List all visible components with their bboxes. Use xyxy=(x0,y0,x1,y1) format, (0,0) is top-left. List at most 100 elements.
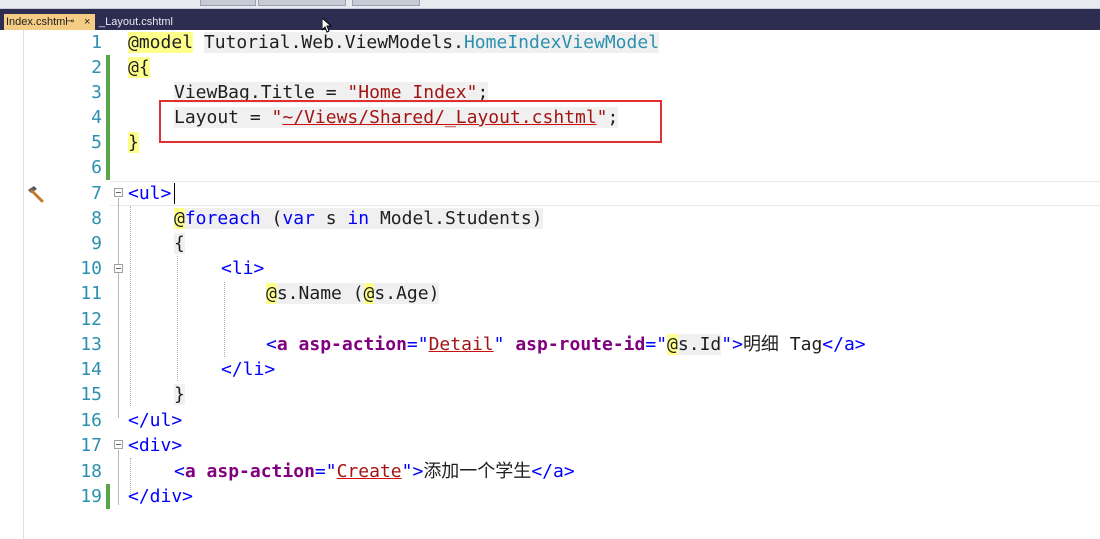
string-quote: " xyxy=(493,334,505,355)
action-link-detail[interactable]: Detail xyxy=(429,334,494,355)
pin-icon[interactable]: ⊸ xyxy=(66,14,74,30)
string-quote: " xyxy=(401,461,413,482)
brace: } xyxy=(128,132,139,153)
code-line-15: 15 } xyxy=(0,382,1100,407)
tag-bracket: < xyxy=(174,461,185,482)
code-text: @{ xyxy=(128,55,150,80)
code-line-13: 13 <a asp-action="Detail" asp-route-id="… xyxy=(0,332,1100,357)
code-text: { xyxy=(174,231,185,256)
razor-at: @ xyxy=(128,57,139,78)
code-text: </ul> xyxy=(128,408,182,433)
code-text: @model Tutorial.Web.ViewModels.HomeIndex… xyxy=(128,30,660,55)
code-token: Model.Students) xyxy=(369,208,543,229)
code-text: <a asp-action="Create">添加一个学生</a> xyxy=(174,459,575,484)
tab-index-cshtml[interactable]: Index.cshtml ⊸ × xyxy=(4,14,95,30)
platform-dropdown[interactable] xyxy=(258,0,346,6)
code-token: = xyxy=(314,461,326,482)
code-token: s.Age) xyxy=(374,283,440,304)
line-number: 17 xyxy=(80,435,102,456)
string-quote: " xyxy=(656,334,668,355)
razor-at: @ xyxy=(128,32,139,53)
code-line-14: 14 </li> xyxy=(0,357,1100,382)
tab-label: Index.cshtml xyxy=(6,16,68,28)
tag-a-close: </a> xyxy=(822,334,866,355)
tag-bracket: > xyxy=(412,461,424,482)
code-line-16: 16 </ul> xyxy=(0,408,1100,433)
tag-helper-attr: asp-action xyxy=(298,334,407,355)
tag-ul-close: </ul> xyxy=(128,410,183,431)
code-token: = xyxy=(406,334,418,355)
code-text: <li> xyxy=(221,256,264,281)
line-number: 6 xyxy=(91,157,102,178)
code-text: <ul> xyxy=(128,181,171,206)
brace: { xyxy=(174,233,185,254)
code-text: } xyxy=(128,130,139,155)
line-number: 9 xyxy=(91,233,102,254)
code-line-10: 10 <li> xyxy=(0,256,1100,281)
razor-at: @ xyxy=(174,208,185,229)
brace: { xyxy=(138,57,150,78)
line-number: 19 xyxy=(80,486,102,507)
code-line-2: 2 @{ xyxy=(0,55,1100,80)
line-number: 3 xyxy=(91,82,102,103)
line-number: 18 xyxy=(80,461,102,482)
code-line-1: 1 @model Tutorial.Web.ViewModels.HomeInd… xyxy=(0,30,1100,55)
keyword: foreach xyxy=(184,208,261,229)
code-line-12: 12 xyxy=(0,307,1100,332)
code-text: @s.Name (@s.Age) xyxy=(266,281,440,306)
tab-label: _Layout.cshtml xyxy=(99,16,173,28)
line-number: 7 xyxy=(91,183,102,204)
string-quote: " xyxy=(417,334,429,355)
line-number: 14 xyxy=(80,359,102,380)
code-editor[interactable]: 1 @model Tutorial.Web.ViewModels.HomeInd… xyxy=(0,30,1100,539)
line-number: 2 xyxy=(91,57,102,78)
config-dropdown[interactable] xyxy=(200,0,256,6)
toolbar xyxy=(0,0,1100,9)
change-marker xyxy=(106,80,110,105)
tag-li-open: <li> xyxy=(221,258,265,279)
tag-name: a xyxy=(184,461,196,482)
line-number: 1 xyxy=(91,32,102,53)
code-token: ( xyxy=(260,208,283,229)
change-marker xyxy=(106,130,110,155)
tab-layout-cshtml[interactable]: _Layout.cshtml xyxy=(97,14,187,30)
document-tab-strip: Index.cshtml ⊸ × _Layout.cshtml xyxy=(0,9,1100,30)
brace: } xyxy=(174,384,185,405)
razor-at: @ xyxy=(363,283,375,304)
code-token: s.Name ( xyxy=(276,283,364,304)
link-text: 明细 Tag xyxy=(742,334,823,355)
code-line-18: 18 <a asp-action="Create">添加一个学生</a> xyxy=(0,459,1100,484)
razor-at: @ xyxy=(266,283,277,304)
tag-bracket: > xyxy=(732,334,743,355)
text-caret xyxy=(174,183,175,204)
code-text: <div> xyxy=(128,433,182,458)
line-number: 11 xyxy=(80,283,102,304)
close-icon[interactable]: × xyxy=(84,14,90,30)
code-line-6: 6 xyxy=(0,155,1100,180)
string-quote: " xyxy=(325,461,337,482)
mouse-cursor-icon xyxy=(322,18,332,33)
code-line-7: 7 <ul> xyxy=(0,181,1100,206)
code-text: <a asp-action="Detail" asp-route-id="@s.… xyxy=(266,332,866,357)
code-token: s xyxy=(314,208,348,229)
keyword: in xyxy=(347,208,370,229)
code-text: </div> xyxy=(128,484,193,509)
string-quote: " xyxy=(721,334,733,355)
tag-div-open: <div> xyxy=(128,435,183,456)
run-button[interactable] xyxy=(352,0,420,6)
tag-name: a xyxy=(276,334,288,355)
link-text: 添加一个学生 xyxy=(423,461,532,482)
line-number: 5 xyxy=(91,132,102,153)
code-line-19: 19 </div> xyxy=(0,484,1100,509)
namespace: Tutorial.Web.ViewModels. xyxy=(203,32,464,53)
line-number: 15 xyxy=(80,384,102,405)
code-line-8: 8 @foreach (var s in Model.Students) xyxy=(0,206,1100,231)
code-line-9: 9 { xyxy=(0,231,1100,256)
action-link-create[interactable]: Create xyxy=(337,461,402,482)
line-number: 12 xyxy=(80,309,102,330)
code-token: = xyxy=(645,334,657,355)
